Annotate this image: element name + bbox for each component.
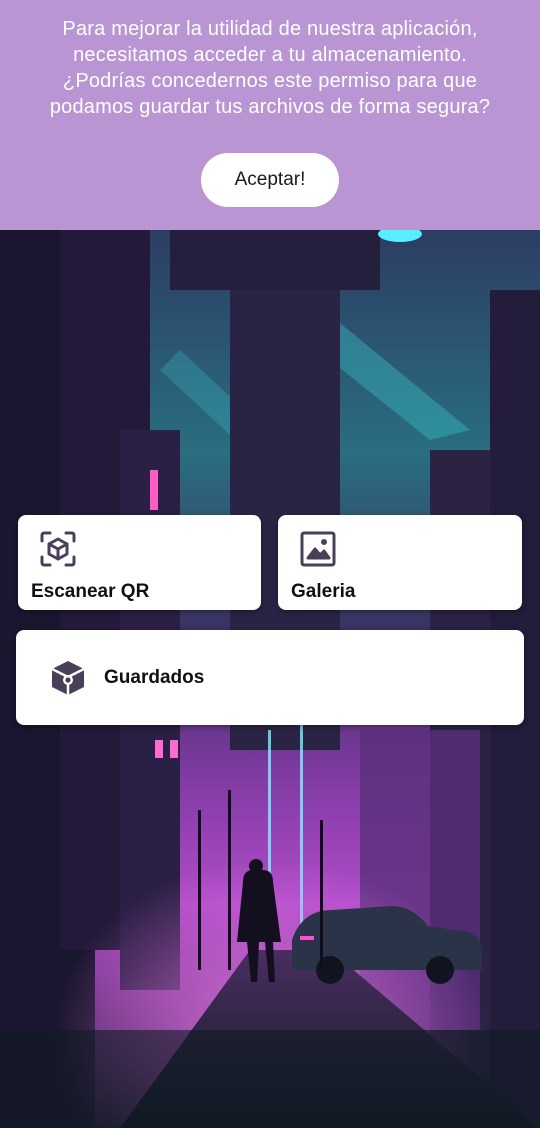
qr-scan-icon (38, 529, 78, 569)
gallery-icon (298, 529, 338, 569)
permission-message-line: necesitamos acceder a tu almacenamiento. (73, 44, 467, 66)
accept-permission-button[interactable]: Aceptar! (201, 153, 339, 207)
scan-qr-label: Escanear QR (31, 581, 150, 602)
permission-message-line: podamos guardar tus archivos de forma se… (49, 96, 491, 118)
saved-box-icon (48, 658, 88, 698)
permission-message: Para mejorar la utilidad de nuestra apli… (20, 16, 520, 120)
permission-message-line: ¿Podrías concedernos este permiso para q… (62, 70, 478, 92)
storage-permission-banner: Para mejorar la utilidad de nuestra apli… (0, 0, 540, 230)
scan-qr-card[interactable]: Escanear QR (18, 515, 261, 610)
saved-card[interactable]: Guardados (16, 630, 524, 725)
saved-label: Guardados (104, 667, 205, 688)
gallery-card[interactable]: Galeria (278, 515, 522, 610)
gallery-label: Galeria (291, 581, 356, 602)
permission-message-line: Para mejorar la utilidad de nuestra apli… (62, 18, 478, 40)
